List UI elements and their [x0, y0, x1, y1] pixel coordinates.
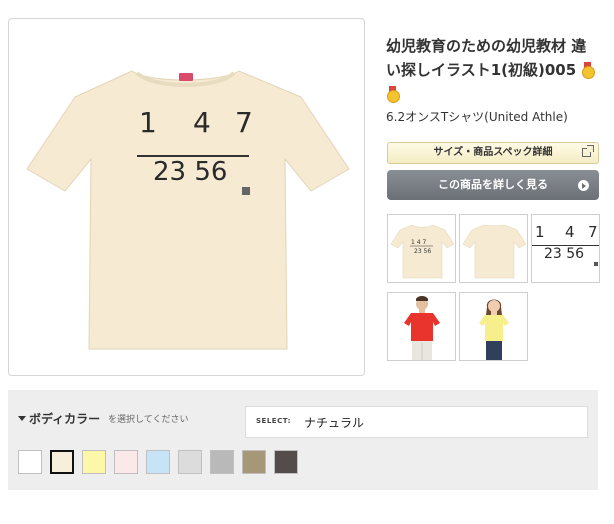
color-swatch-heather-light[interactable]: [178, 450, 202, 474]
color-swatch-light-blue[interactable]: [146, 450, 170, 474]
body-color-label[interactable]: ボディカラー: [18, 410, 100, 427]
color-swatch-light-yellow[interactable]: [82, 450, 106, 474]
medal-icon: [581, 62, 596, 79]
zoom-number: 7: [588, 223, 598, 241]
svg-text:1 4 7: 1 4 7: [411, 239, 426, 246]
caret-down-icon: [18, 416, 26, 421]
title-line: い探しイラスト1(初級)005: [386, 61, 577, 79]
color-swatch-charcoal[interactable]: [274, 450, 298, 474]
zoom-logo-mark: [594, 262, 598, 266]
zoom-number: 4: [565, 223, 575, 241]
product-subtitle: 6.2オンスTシャツ(United Athle): [386, 110, 568, 124]
main-product-image[interactable]: 1 4 7 23 56: [8, 18, 365, 376]
color-swatch-heather-gray[interactable]: [210, 450, 234, 474]
view-product-button[interactable]: この商品を詳しく見る: [387, 170, 599, 200]
print-number: 7: [235, 106, 254, 139]
thumbnail-model-female[interactable]: [459, 292, 528, 361]
thumbnail-front[interactable]: 1 4 7 23 56: [387, 214, 456, 283]
female-model-image: [479, 299, 509, 360]
select-tag: SELECT:: [256, 417, 291, 425]
spec-details-label: サイズ・商品スペック詳細: [433, 147, 553, 158]
zoom-bottom-numbers: 23 56: [544, 246, 585, 262]
print-number: 4: [193, 106, 212, 139]
shirt-print: 1 4 7 23 56: [9, 19, 364, 375]
thumbnail-back[interactable]: [459, 214, 528, 283]
body-color-label-text: ボディカラー: [29, 412, 101, 426]
thumbnail-model-male[interactable]: [387, 292, 456, 361]
arrow-right-icon: [578, 180, 589, 191]
medal-icon: [386, 86, 400, 103]
title-line: 幼児教育のための幼児教材 違: [386, 37, 587, 55]
print-number: 1: [139, 106, 158, 139]
color-swatch-light-pink[interactable]: [114, 450, 138, 474]
body-color-panel: ボディカラー を選択してください SELECT: ナチュラル: [8, 390, 598, 490]
product-title: 幼児教育のための幼児教材 違 い探しイラスト1(初級)005: [386, 34, 604, 106]
color-select[interactable]: SELECT: ナチュラル: [245, 406, 588, 438]
spec-details-button[interactable]: サイズ・商品スペック詳細: [387, 142, 599, 164]
body-color-hint: を選択してください: [108, 415, 189, 425]
tshirt-front-thumb: 1 4 7 23 56: [390, 224, 455, 279]
selected-color-value: ナチュラル: [304, 416, 365, 430]
zoom-number: 1: [535, 223, 545, 241]
thumbnail-print-zoom[interactable]: 1 4 7 23 56: [531, 214, 600, 283]
tshirt-back-thumb: [462, 224, 527, 279]
color-swatch-natural[interactable]: [50, 450, 74, 474]
svg-text:23 56: 23 56: [414, 248, 431, 255]
color-swatch-white[interactable]: [18, 450, 42, 474]
color-swatch-sand[interactable]: [242, 450, 266, 474]
view-product-label: この商品を詳しく見る: [438, 178, 548, 191]
print-bottom-numbers: 23 56: [153, 157, 228, 187]
external-window-icon: [582, 145, 594, 157]
male-model-image: [404, 296, 440, 360]
print-logo-mark: [242, 187, 250, 195]
